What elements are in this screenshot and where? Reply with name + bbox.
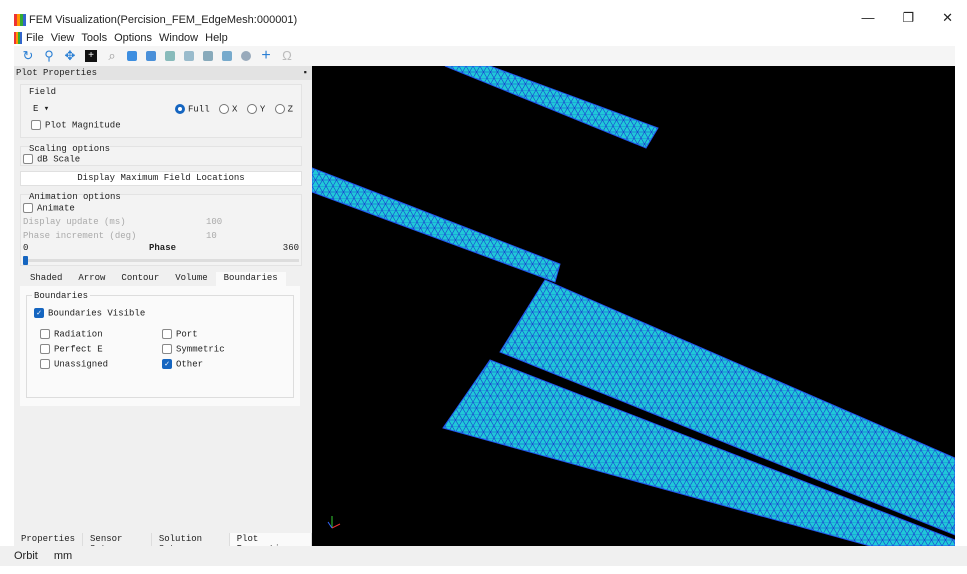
restore-button[interactable]: ❐ — [902, 10, 914, 26]
view-iso-icon[interactable] — [241, 51, 251, 61]
db-scale-checkbox[interactable]: dB Scale — [23, 154, 80, 164]
phase-min-label: 0 — [23, 243, 29, 253]
close-button[interactable]: ✕ — [942, 10, 953, 26]
mesh-strip — [444, 65, 659, 149]
axis-triad-icon — [327, 516, 341, 529]
menu-help[interactable]: Help — [205, 32, 228, 44]
3d-viewport[interactable] — [311, 65, 956, 547]
radio-x[interactable] — [219, 104, 230, 114]
boundaries-label: Boundaries — [32, 291, 91, 301]
field-group: Field E ▾ Full X Y Z Plot Magnitude — [20, 84, 302, 138]
status-mode: Orbit — [14, 550, 38, 562]
perfect-e-checkbox[interactable]: Perfect E — [40, 344, 103, 354]
tab-boundaries[interactable]: Boundaries — [215, 272, 286, 286]
other-checkbox[interactable]: ✓ Other — [162, 359, 203, 369]
window-title: FEM Visualization(Percision_FEM_EdgeMesh… — [29, 14, 298, 26]
field-label: Field — [29, 87, 57, 97]
animate-checkbox[interactable]: Animate — [23, 203, 75, 213]
unassigned-checkbox[interactable]: Unassigned — [40, 359, 108, 369]
panel-title: Plot Properties — [16, 68, 98, 78]
view-left-icon[interactable] — [203, 51, 213, 61]
phase-slider[interactable] — [23, 256, 299, 265]
view-front-icon[interactable] — [127, 51, 137, 61]
title-bar: FEM Visualization(Percision_FEM_EdgeMesh… — [0, 10, 967, 30]
menu-bar: File View Tools Options Window Help — [0, 30, 967, 46]
phase-increment-input[interactable]: 10 — [206, 231, 217, 241]
field-select[interactable]: E ▾ — [33, 104, 49, 114]
radio-z[interactable] — [274, 104, 285, 114]
plot-properties-panel: Plot Properties ▪ Field E ▾ Full X Y Z P… — [14, 66, 312, 555]
panel-header: Plot Properties ▪ — [14, 66, 312, 80]
boundaries-visible-checkbox[interactable]: ✓ Boundaries Visible — [34, 308, 145, 318]
animation-group: Animation options Animate Display update… — [20, 192, 302, 266]
view-top-icon[interactable] — [165, 51, 175, 61]
menu-file[interactable]: File — [26, 32, 44, 44]
component-radio-group: Full X Y Z — [171, 104, 293, 114]
tab-arrow[interactable]: Arrow — [70, 272, 113, 286]
radiation-checkbox[interactable]: Radiation — [40, 329, 103, 339]
tab-shaded[interactable]: Shaded — [22, 272, 70, 286]
plot-type-tabs: Shaded Arrow Contour Volume Boundaries — [22, 272, 286, 286]
menu-window[interactable]: Window — [159, 32, 198, 44]
boundaries-tab-content: Boundaries ✓ Boundaries Visible Radiation… — [20, 286, 300, 406]
scaling-group: Scaling options dB Scale — [20, 144, 302, 166]
radio-full[interactable] — [175, 104, 185, 114]
view-right-icon[interactable] — [222, 51, 232, 61]
tab-contour[interactable]: Contour — [113, 272, 167, 286]
menu-view[interactable]: View — [51, 32, 75, 44]
phase-max-label: 360 — [282, 243, 299, 253]
orbit-icon[interactable]: ↻ — [22, 49, 34, 62]
rule-icon[interactable]: Ω — [281, 49, 293, 62]
symmetric-checkbox[interactable]: Symmetric — [162, 344, 225, 354]
zoom-icon[interactable]: ⚲ — [43, 49, 55, 62]
radio-y[interactable] — [246, 104, 257, 114]
view-back-icon[interactable] — [146, 51, 156, 61]
plot-magnitude-checkbox[interactable]: Plot Magnitude — [31, 120, 121, 130]
mesh-strip — [311, 167, 561, 283]
display-update-label: Display update (ms) — [23, 217, 126, 227]
menu-options[interactable]: Options — [114, 32, 152, 44]
view-bottom-icon[interactable] — [184, 51, 194, 61]
phase-label: Phase — [149, 243, 177, 253]
phase-slider-handle[interactable] — [23, 256, 28, 265]
menu-tools[interactable]: Tools — [81, 32, 107, 44]
zoom-window-icon[interactable]: ⌕ — [106, 49, 118, 62]
status-units: mm — [53, 550, 73, 562]
toolbar: ↻ ⚲ ✥ + ⌕ + Ω — [14, 46, 955, 66]
fit-icon[interactable]: + — [85, 50, 97, 62]
pan-icon[interactable]: ✥ — [64, 49, 76, 62]
minimize-button[interactable]: — — [861, 10, 874, 26]
animation-label: Animation options — [29, 192, 121, 202]
float-button[interactable]: ▪ — [303, 68, 308, 78]
app-icon — [14, 14, 26, 26]
scaling-label: Scaling options — [29, 144, 111, 154]
phase-increment-label: Phase increment (deg) — [23, 231, 137, 241]
axis-icon[interactable]: + — [260, 48, 272, 64]
tab-volume[interactable]: Volume — [167, 272, 215, 286]
port-checkbox[interactable]: Port — [162, 329, 198, 339]
display-update-input[interactable]: 100 — [206, 217, 222, 227]
status-bar: Orbit mm — [0, 546, 967, 566]
app-small-icon — [14, 32, 22, 44]
display-max-field-button[interactable]: Display Maximum Field Locations — [20, 171, 302, 186]
mesh-view — [311, 65, 956, 547]
